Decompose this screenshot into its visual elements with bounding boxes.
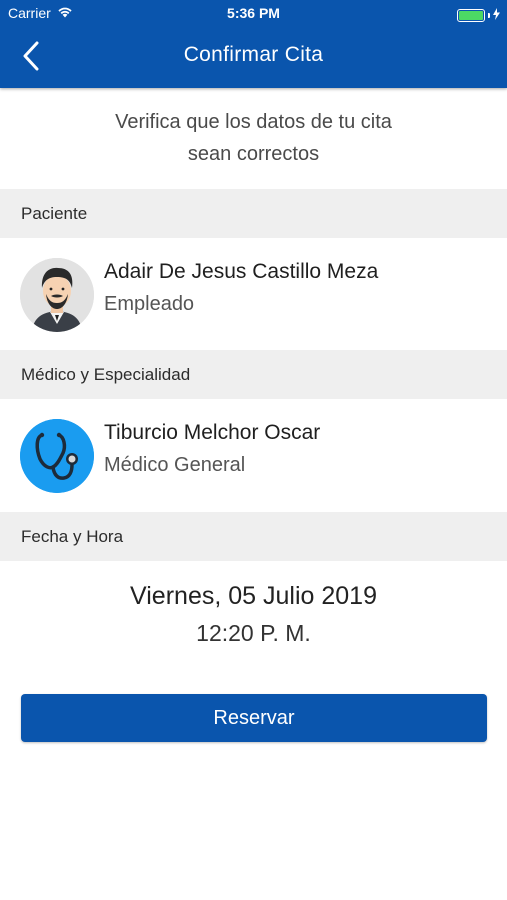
appointment-date: Viernes, 05 Julio 2019 (130, 582, 377, 610)
intro-line-2: sean correctos (187, 143, 320, 165)
status-time: 5:36 PM (227, 5, 280, 21)
battery-nub (488, 12, 490, 18)
intro-message: Verifica que los datos de tu cita sean c… (40, 106, 467, 170)
app-header: Carrier 5:36 PM Confirmar Cita (0, 0, 507, 88)
doctor-name: Tiburcio Melchor Oscar (104, 421, 321, 444)
person-avatar-icon (20, 258, 94, 332)
battery-icon (457, 8, 485, 22)
stethoscope-icon (20, 419, 94, 493)
doctor-specialty: Médico General (104, 454, 246, 476)
patient-name: Adair De Jesus Castillo Meza (104, 260, 379, 283)
section-header-datetime: Fecha y Hora (0, 512, 507, 561)
page-title: Confirmar Cita (183, 43, 324, 66)
doctor-row: Tiburcio Melchor Oscar Médico General (0, 399, 507, 511)
navigation-bar: Confirmar Cita (0, 28, 507, 88)
bolt-icon (493, 7, 500, 23)
battery-indicator (457, 7, 500, 23)
intro-line-1: Verifica que los datos de tu cita (115, 111, 392, 133)
section-header-patient: Paciente (0, 189, 507, 238)
reserve-button-label: Reservar (213, 706, 295, 729)
patient-role: Empleado (104, 293, 195, 315)
appointment-time: 12:20 P. M. (196, 620, 311, 646)
section-header-doctor: Médico y Especialidad (0, 350, 507, 399)
status-bar: Carrier 5:36 PM (0, 0, 507, 28)
reserve-button[interactable]: Reservar (21, 694, 487, 742)
confirm-appointment-screen: Carrier 5:36 PM Confirmar Cita Verifica … (0, 0, 507, 900)
patient-row: Adair De Jesus Castillo Meza Empleado (0, 238, 507, 350)
